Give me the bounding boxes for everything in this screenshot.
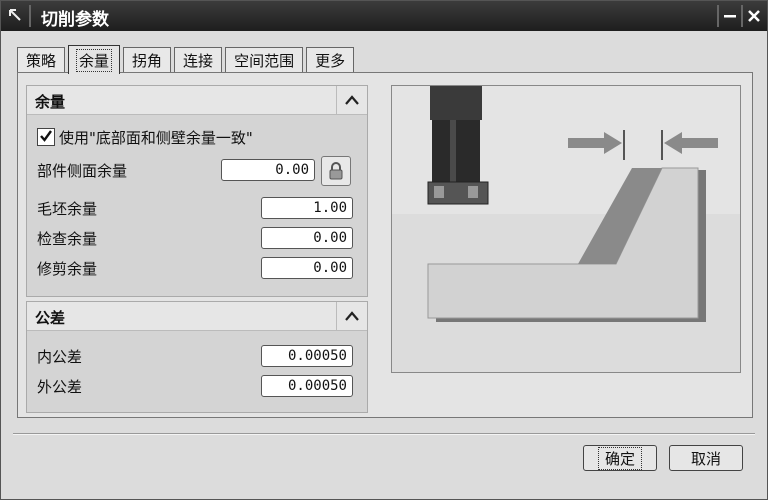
tab-bar: 策略 余量 拐角 连接 空间范围 更多 (17, 45, 357, 74)
tab-more[interactable]: 更多 (306, 47, 355, 72)
tab-allowance[interactable]: 余量 (68, 45, 121, 74)
tolerance-group-header[interactable]: 公差 (27, 302, 367, 331)
allowance-preview-image (391, 85, 741, 373)
tab-corner[interactable]: 拐角 (123, 47, 172, 72)
tolerance-group-title: 公差 (35, 309, 66, 327)
trim-allowance-label: 修剪余量 (37, 260, 98, 278)
allowance-group-header[interactable]: 余量 (27, 86, 367, 115)
check-allowance-input[interactable]: 0.00 (261, 227, 353, 249)
outtol-input[interactable]: 0.00050 (261, 375, 353, 397)
tab-space-range[interactable]: 空间范围 (225, 47, 304, 72)
tab-allowance-label: 余量 (76, 48, 113, 72)
window-title: 切削参数 (41, 10, 109, 30)
nx-arrow-icon[interactable] (5, 5, 27, 27)
tab-connection[interactable]: 连接 (174, 47, 223, 72)
check-allowance-label: 检查余量 (37, 230, 98, 248)
ok-button[interactable]: 确定 (583, 445, 657, 471)
ok-button-label: 确定 (597, 446, 643, 470)
trim-allowance-input[interactable]: 0.00 (261, 257, 353, 279)
chevron-up-icon[interactable] (336, 86, 367, 114)
outtol-label: 外公差 (37, 378, 83, 396)
part-side-input[interactable]: 0.00 (221, 159, 315, 181)
title-bar[interactable]: 切削参数 (1, 1, 767, 31)
uniform-allowance-label: 使用"底部面和侧壁余量一致" (59, 129, 253, 147)
footer-divider (13, 433, 755, 435)
allowance-group: 余量 使用"底部面和侧壁余量一致" 部件侧面余量 0.00 毛坯余量 1.00 … (26, 85, 368, 297)
tolerance-group: 公差 内公差 0.00050 外公差 0.00050 (26, 301, 368, 413)
dialog-window: 切削参数 策略 余量 拐角 连接 空间范围 更多 余量 使用"底部面和侧壁余量一… (0, 0, 768, 500)
blank-allowance-label: 毛坯余量 (37, 200, 98, 218)
intol-label: 内公差 (37, 348, 83, 366)
title-separator (29, 5, 31, 27)
part-side-label: 部件侧面余量 (37, 162, 128, 180)
lock-icon[interactable] (321, 156, 351, 186)
cancel-button[interactable]: 取消 (669, 445, 743, 471)
blank-allowance-input[interactable]: 1.00 (261, 197, 353, 219)
uniform-allowance-checkbox[interactable] (37, 128, 55, 146)
chevron-up-icon[interactable] (336, 302, 367, 330)
allowance-group-title: 余量 (35, 93, 66, 111)
intol-input[interactable]: 0.00050 (261, 345, 353, 367)
close-icon[interactable] (741, 5, 765, 27)
tab-strategy[interactable]: 策略 (17, 47, 66, 72)
minimize-icon[interactable] (717, 5, 741, 27)
